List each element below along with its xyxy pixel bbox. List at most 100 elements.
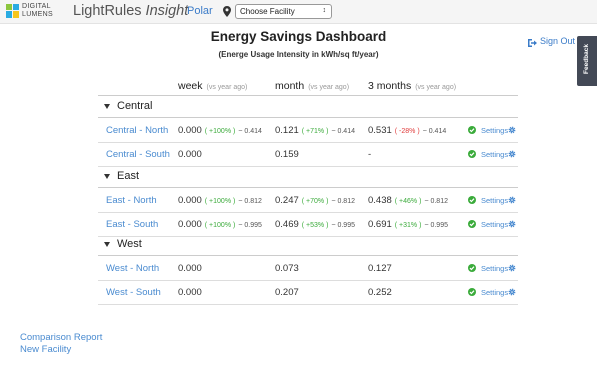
cell-value: 0.121 [275, 125, 299, 136]
cell-value: 0.252 [368, 287, 392, 298]
check-circle-icon [468, 196, 476, 204]
cell-value: 0.000 [178, 263, 202, 274]
cell-previous: ~ 0.995 [424, 222, 448, 229]
settings-link[interactable]: Settings [481, 264, 508, 273]
sign-out-label: Sign Out [540, 36, 576, 46]
month-cell: 0.207 [275, 287, 299, 298]
table-row: Central - South 0.000 0.159 - Settings [98, 143, 518, 167]
cell-change: ( +31% ) [394, 222, 422, 229]
comparison-report-link[interactable]: Comparison Report [20, 332, 102, 343]
gear-icon[interactable] [508, 150, 516, 158]
check-circle-icon [468, 264, 476, 272]
three-month-cell: - [368, 149, 371, 160]
cell-value: - [368, 149, 372, 160]
facility-link[interactable]: Central - North [106, 125, 168, 136]
facility-link[interactable]: East - South [106, 219, 158, 230]
table-row: West - South 0.000 0.207 0.252 Settings [98, 281, 518, 305]
facility-link[interactable]: West - South [106, 287, 161, 298]
gear-icon[interactable] [508, 264, 516, 272]
gear-icon[interactable] [508, 220, 516, 228]
cell-value: 0.000 [178, 219, 202, 230]
three-month-cell: 0.531( -28% ) ~ 0.414 [368, 125, 446, 136]
group-central[interactable]: Central [98, 96, 518, 118]
cell-previous: ~ 0.995 [238, 222, 262, 229]
gear-icon[interactable] [508, 288, 516, 296]
three-month-cell: 0.127 [368, 263, 392, 274]
check-circle-icon [468, 288, 476, 296]
three-month-cell: 0.252 [368, 287, 392, 298]
cell-value: 0.000 [178, 195, 202, 206]
cell-value: 0.073 [275, 263, 299, 274]
cell-previous: ~ 0.812 [331, 198, 355, 205]
cell-value: 0.469 [275, 219, 299, 230]
caret-down-icon [104, 104, 110, 109]
group-name: West [117, 238, 142, 250]
sign-out-icon [528, 39, 537, 47]
cell-change: ( +46% ) [394, 198, 422, 205]
page-subtitle: (Energe Usage Intensity in kWh/sq ft/yea… [218, 50, 379, 59]
cell-value: 0.438 [368, 195, 392, 206]
cell-change: ( +100% ) [204, 222, 236, 229]
settings-link[interactable]: Settings [481, 220, 508, 229]
cell-change: ( +100% ) [204, 128, 236, 135]
three-month-cell: 0.438( +46% ) ~ 0.812 [368, 195, 448, 206]
cell-previous: ~ 0.414 [238, 128, 262, 135]
digital-lumens-logo-icon [6, 4, 19, 18]
facility-link[interactable]: West - North [106, 263, 159, 274]
page-title: Energy Savings Dashboard [210, 29, 387, 44]
facility-link[interactable]: Central - South [106, 149, 170, 160]
gear-icon[interactable] [508, 196, 516, 204]
logo-line-1: DIGITAL [22, 3, 51, 10]
gear-icon[interactable] [508, 126, 516, 134]
cell-change: ( -28% ) [394, 128, 420, 135]
new-facility-link[interactable]: New Facility [20, 344, 71, 355]
week-cell: 0.000 [178, 287, 202, 298]
cell-previous: ~ 0.812 [424, 198, 448, 205]
table-row: East - North 0.000( +100% ) ~ 0.812 0.247… [98, 189, 518, 213]
cell-previous: ~ 0.995 [331, 222, 355, 229]
cell-value: 0.000 [178, 125, 202, 136]
cell-value: 0.691 [368, 219, 392, 230]
cell-value: 0.159 [275, 149, 299, 160]
facility-link[interactable]: East - North [106, 195, 157, 206]
table-row: West - North 0.000 0.073 0.127 Settings [98, 257, 518, 281]
top-bar: DIGITAL LUMENS LightRules Insight Polar … [0, 0, 597, 24]
column-vs-note: (vs year ago) [415, 84, 457, 91]
cell-previous: ~ 0.414 [422, 128, 447, 135]
month-cell: 0.247( +70% ) ~ 0.812 [275, 195, 355, 206]
brand-suffix: Insight [145, 3, 189, 19]
settings-link[interactable]: Settings [481, 196, 508, 205]
column-header-week: week (vs year ago) [178, 80, 247, 92]
week-cell: 0.000 [178, 263, 202, 274]
column-vs-note: (vs year ago) [206, 84, 248, 91]
check-circle-icon [468, 150, 476, 158]
facility-select-value: Choose Facility [240, 7, 295, 16]
column-label: 3 months [368, 80, 412, 92]
group-name: East [117, 170, 140, 182]
logo-line-2: LUMENS [22, 11, 53, 18]
column-header-3-months: 3 months (vs year ago) [368, 80, 456, 92]
check-circle-icon [468, 220, 476, 228]
cell-value: 0.000 [178, 287, 202, 298]
group-east[interactable]: East [98, 166, 518, 188]
settings-link[interactable]: Settings [481, 150, 508, 159]
facility-select[interactable]: Choose Facility ↕ [235, 4, 332, 19]
week-cell: 0.000 [178, 149, 202, 160]
cell-value: 0.207 [275, 287, 299, 298]
group-name: Central [117, 100, 153, 112]
settings-link[interactable]: Settings [481, 126, 508, 135]
three-month-cell: 0.691( +31% ) ~ 0.995 [368, 219, 448, 230]
cell-change: ( +100% ) [204, 198, 236, 205]
feedback-tab[interactable]: Feedback [577, 36, 597, 86]
caret-down-icon [104, 242, 110, 247]
caret-down-icon [104, 174, 110, 179]
logo-text: DIGITAL LUMENS [22, 3, 53, 19]
cell-previous: ~ 0.414 [331, 128, 355, 135]
week-cell: 0.000( +100% ) ~ 0.995 [178, 219, 262, 230]
site-link[interactable]: Polar [187, 5, 213, 17]
brand-name[interactable]: LightRules Insight [73, 3, 188, 19]
group-west[interactable]: West [98, 234, 518, 256]
cell-change: ( +53% ) [301, 222, 329, 229]
brand-main: LightRules [73, 3, 142, 19]
settings-link[interactable]: Settings [481, 288, 508, 297]
